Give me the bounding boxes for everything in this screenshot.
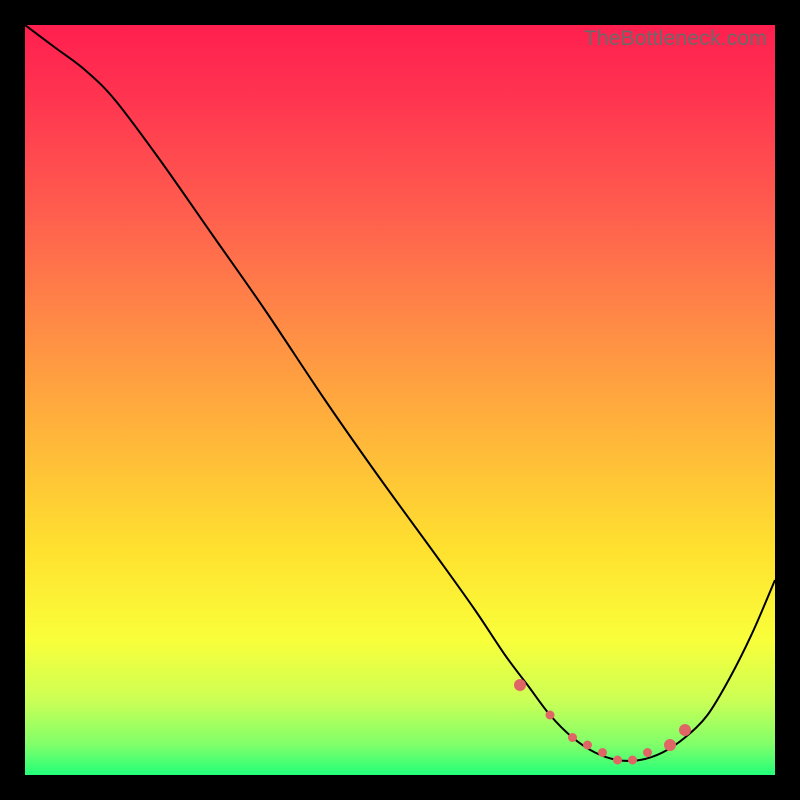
bottleneck-curve	[25, 25, 775, 761]
marker-dot	[643, 748, 652, 757]
marker-dot	[679, 724, 691, 736]
marker-dot	[664, 739, 676, 751]
marker-dot	[628, 756, 637, 765]
marker-dot	[568, 733, 577, 742]
marker-dot	[598, 748, 607, 757]
marker-dot	[613, 756, 622, 765]
marker-dot	[583, 741, 592, 750]
watermark-text: TheBottleneck.com	[584, 27, 767, 51]
marker-dot	[514, 679, 526, 691]
marker-dot	[546, 711, 555, 720]
